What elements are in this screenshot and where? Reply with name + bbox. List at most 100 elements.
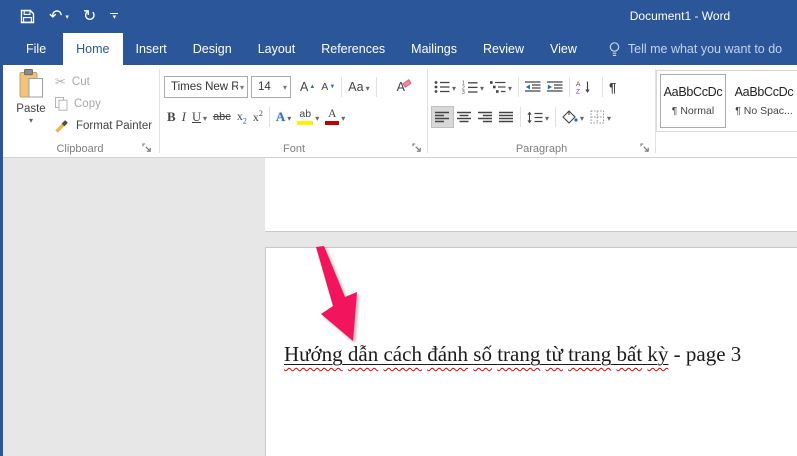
borders-button[interactable] <box>587 106 614 128</box>
sort-button[interactable]: A Z <box>573 76 594 98</box>
font-group-label: Font <box>161 143 427 155</box>
underline-caret-icon[interactable] <box>201 108 207 126</box>
undo-button[interactable]: ↶ ▾ <box>49 9 69 25</box>
styles-gallery: AaBbCcDc ¶ Normal AaBbCcDc ¶ No Spac... <box>656 70 797 132</box>
subscript-button[interactable]: x2 <box>234 106 250 128</box>
format-painter-button[interactable]: Format Painter <box>55 115 152 137</box>
doc-plain-suffix: - page 3 <box>668 342 741 366</box>
line-spacing-button[interactable] <box>524 106 552 128</box>
align-right-button[interactable] <box>475 106 496 128</box>
misspelled-word: từ <box>546 342 563 366</box>
font-name-combobox[interactable]: Times New Ro <box>164 76 248 98</box>
document-title: Document1 - Word <box>540 0 797 32</box>
font-size-combobox[interactable]: 14 <box>251 76 291 98</box>
clipboard-dialog-launcher[interactable] <box>142 143 152 153</box>
font-color-button[interactable]: A <box>322 106 348 128</box>
tab-references[interactable]: References <box>308 33 398 65</box>
callout-arrow <box>305 246 365 346</box>
tab-home[interactable]: Home <box>63 33 122 65</box>
line-spacing-caret-icon[interactable] <box>543 108 549 126</box>
bullets-caret-icon[interactable] <box>450 78 456 96</box>
multilevel-list-button[interactable] <box>487 76 515 98</box>
redo-button[interactable]: ↻ <box>83 9 96 25</box>
style-normal[interactable]: AaBbCcDc ¶ Normal <box>660 74 726 128</box>
paste-dropdown-caret-icon[interactable]: ▾ <box>29 116 33 125</box>
grow-font-button[interactable]: A▲ <box>297 76 318 98</box>
tab-layout[interactable]: Layout <box>245 33 309 65</box>
copy-icon <box>55 97 68 111</box>
text-effects-button[interactable]: A <box>273 106 294 128</box>
tab-file[interactable]: File <box>10 33 62 65</box>
lightbulb-icon <box>608 41 621 58</box>
svg-text:3: 3 <box>462 90 465 94</box>
strikethrough-button[interactable]: abc <box>210 106 234 128</box>
underline-button[interactable]: U <box>189 106 210 128</box>
clipboard-group: Paste ▾ ✂ Cut Copy <box>3 65 157 157</box>
align-left-icon <box>435 111 450 123</box>
font-name-caret-icon[interactable] <box>238 81 244 93</box>
multilevel-caret-icon[interactable] <box>506 78 512 96</box>
paragraph-group: 1 2 3 <box>428 65 655 157</box>
text-effects-icon: A <box>276 109 285 125</box>
justify-icon <box>499 111 514 123</box>
bullets-icon <box>434 80 450 94</box>
show-hide-paragraph-button[interactable]: ¶ <box>606 76 619 98</box>
text-highlight-button[interactable]: ab <box>294 106 322 128</box>
tab-insert[interactable]: Insert <box>123 33 180 65</box>
misspelled-word: đánh <box>427 342 468 366</box>
change-case-button[interactable]: Aa <box>345 76 372 98</box>
justify-button[interactable] <box>496 106 517 128</box>
numbering-caret-icon[interactable] <box>478 78 484 96</box>
paragraph-dialog-launcher[interactable] <box>640 143 650 153</box>
align-left-button[interactable] <box>431 106 454 128</box>
increase-indent-button[interactable] <box>544 76 566 98</box>
shading-caret-icon[interactable] <box>578 108 584 126</box>
ribbon: Paste ▾ ✂ Cut Copy <box>3 65 797 158</box>
misspelled-word: trang <box>497 342 540 366</box>
bold-button[interactable]: B <box>164 106 179 128</box>
pilcrow-icon: ¶ <box>609 80 616 95</box>
font-group: Times New Ro 14 A▲ A▼ Aa <box>161 65 427 157</box>
tab-view[interactable]: View <box>537 33 590 65</box>
line-spacing-icon <box>527 111 543 124</box>
window-left-border <box>0 0 3 456</box>
misspelled-word: số <box>473 342 492 366</box>
style-no-spacing[interactable]: AaBbCcDc ¶ No Spac... <box>731 74 797 128</box>
align-center-button[interactable] <box>454 106 475 128</box>
font-dialog-launcher[interactable] <box>412 143 422 153</box>
shading-button[interactable] <box>559 106 587 128</box>
copy-button[interactable]: Copy <box>55 93 152 115</box>
page-above[interactable] <box>265 158 797 232</box>
tab-review[interactable]: Review <box>470 33 537 65</box>
svg-text:A: A <box>576 81 581 88</box>
numbering-button[interactable]: 1 2 3 <box>459 76 487 98</box>
highlight-caret-icon[interactable] <box>313 108 319 126</box>
shrink-font-arrow-icon: ▼ <box>329 84 335 90</box>
clear-formatting-button[interactable]: A <box>394 76 414 98</box>
save-icon <box>20 9 35 24</box>
decrease-indent-button[interactable] <box>522 76 544 98</box>
cut-button[interactable]: ✂ Cut <box>55 71 152 93</box>
undo-icon: ↶ <box>49 9 62 25</box>
format-painter-brush-icon <box>55 119 70 133</box>
align-right-icon <box>478 111 493 123</box>
tab-mailings[interactable]: Mailings <box>398 33 470 65</box>
font-size-caret-icon[interactable] <box>281 81 287 93</box>
superscript-button[interactable]: x2 <box>250 106 266 128</box>
quick-access-toolbar: ↶ ▾ ↻ ▾ <box>20 0 118 33</box>
redo-icon: ↻ <box>83 9 96 25</box>
bullets-button[interactable] <box>431 76 459 98</box>
borders-caret-icon[interactable] <box>605 108 611 126</box>
customize-quick-access-button[interactable]: ▾ <box>110 13 118 20</box>
paste-button[interactable]: Paste ▾ <box>9 69 53 141</box>
italic-button[interactable]: I <box>179 106 189 128</box>
svg-text:Z: Z <box>576 89 580 95</box>
change-case-caret-icon <box>364 78 370 96</box>
text-effects-caret-icon[interactable] <box>285 108 291 126</box>
tab-design[interactable]: Design <box>180 33 245 65</box>
tell-me-box[interactable]: Tell me what you want to do <box>608 33 782 65</box>
shrink-font-button[interactable]: A▼ <box>318 76 338 98</box>
undo-dropdown-caret-icon[interactable]: ▾ <box>65 13 69 21</box>
save-button[interactable] <box>20 9 35 24</box>
font-color-caret-icon[interactable] <box>339 108 345 126</box>
